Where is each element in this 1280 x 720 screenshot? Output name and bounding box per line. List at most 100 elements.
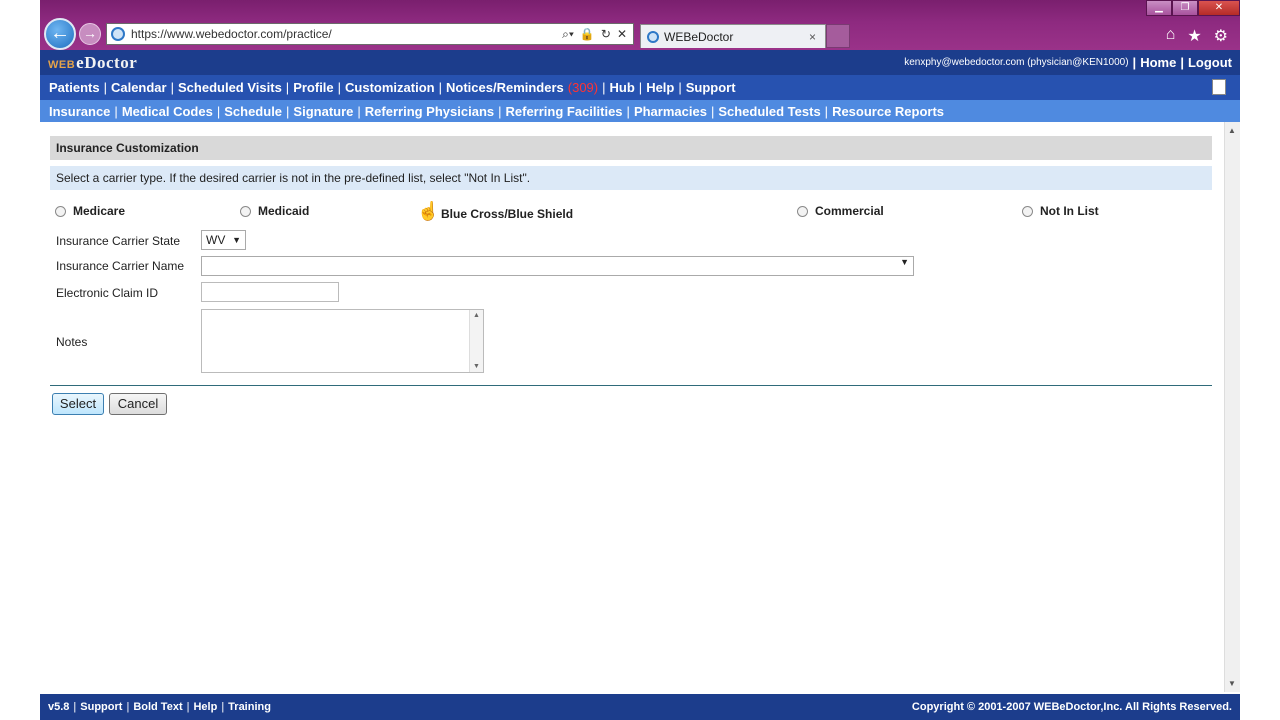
carrier-state-select[interactable]: WV ▼ xyxy=(201,230,246,250)
menu-help[interactable]: Help xyxy=(646,80,674,95)
submenu-scheduled-tests[interactable]: Scheduled Tests xyxy=(718,104,820,119)
notes-label: Notes xyxy=(56,335,88,349)
submenu-pharmacies[interactable]: Pharmacies xyxy=(634,104,707,119)
radio-not-in-list[interactable]: Not In List xyxy=(1022,204,1099,218)
radio-label: Blue Cross/Blue Shield xyxy=(441,207,574,221)
menu-calendar[interactable]: Calendar xyxy=(111,80,167,95)
radio-medicaid[interactable]: Medicaid xyxy=(240,204,309,218)
header-sep-1: | xyxy=(1132,55,1137,70)
settings-gear-icon[interactable]: ⚙ xyxy=(1214,26,1228,46)
logo-main: eDoctor xyxy=(76,52,138,72)
app-header: WEBeDoctor kenxphy@webedoctor.com (physi… xyxy=(40,50,1240,75)
footer-support-link[interactable]: Support xyxy=(80,701,122,713)
chevron-down-icon: ▼ xyxy=(900,257,909,267)
app-page: WEBeDoctor kenxphy@webedoctor.com (physi… xyxy=(40,50,1240,720)
cancel-button[interactable]: Cancel xyxy=(109,393,167,415)
submenu-signature[interactable]: Signature xyxy=(293,104,353,119)
submenu-referring-physicians[interactable]: Referring Physicians xyxy=(365,104,494,119)
document-icon[interactable] xyxy=(1212,79,1226,95)
scroll-up-icon[interactable]: ▲ xyxy=(473,312,480,319)
footer-sep: | xyxy=(186,701,190,713)
menu-hub[interactable]: Hub xyxy=(610,80,635,95)
carrier-state-value: WV xyxy=(206,233,226,247)
scroll-down-icon[interactable]: ▼ xyxy=(473,363,480,370)
radio-button[interactable] xyxy=(55,205,66,217)
radio-medicare[interactable]: Medicare xyxy=(55,204,125,218)
browser-tab[interactable]: WEBeDoctor × xyxy=(640,24,826,48)
section-title: Insurance Customization xyxy=(50,136,1212,160)
submenu-referring-facilities[interactable]: Referring Facilities xyxy=(506,104,623,119)
page-scrollbar[interactable]: ▲ ▼ xyxy=(1224,122,1240,692)
restore-button[interactable]: ❐ xyxy=(1172,0,1198,16)
address-bar[interactable]: https://www.webedoctor.com/practice/ ⌕▾ … xyxy=(106,23,634,45)
address-actions: ⌕▾ 🔒 ↻ ✕ xyxy=(562,27,633,42)
forward-button[interactable]: → xyxy=(79,23,101,45)
radio-button[interactable] xyxy=(1022,205,1033,217)
submenu-sep: | xyxy=(114,103,118,119)
claim-id-label: Electronic Claim ID xyxy=(56,286,159,300)
footer-sep: | xyxy=(126,701,130,713)
menu-sep: | xyxy=(285,80,290,95)
carrier-name-label: Insurance Carrier Name xyxy=(56,259,185,273)
address-url[interactable]: https://www.webedoctor.com/practice/ xyxy=(131,27,562,41)
submenu-sep: | xyxy=(216,103,221,119)
browser-toolbar-icons: ⌂ ★ ⚙ xyxy=(1166,26,1228,46)
logout-link[interactable]: Logout xyxy=(1188,55,1232,70)
menu-sep: | xyxy=(602,80,606,95)
search-icon[interactable]: ⌕▾ xyxy=(562,27,574,42)
menu-notices-reminders[interactable]: Notices/Reminders xyxy=(446,80,564,95)
footer-training-link[interactable]: Training xyxy=(228,701,271,713)
radio-blue-cross-blue-shield[interactable]: ☝ Blue Cross/Blue Shield xyxy=(417,201,574,224)
minimize-button[interactable]: ▁ xyxy=(1146,0,1172,16)
tab-title: WEBeDoctor xyxy=(664,29,734,44)
textarea-scrollbar[interactable]: ▲ ▼ xyxy=(469,310,483,372)
header-sep-2: | xyxy=(1180,55,1184,70)
menu-profile[interactable]: Profile xyxy=(293,80,333,95)
copyright-text: Copyright © 2001-2007 WEBeDoctor,Inc. Al… xyxy=(911,701,1232,713)
submenu-schedule[interactable]: Schedule xyxy=(224,104,282,119)
radio-commercial[interactable]: Commercial xyxy=(797,204,884,218)
menu-sep: | xyxy=(337,80,342,95)
radio-button[interactable] xyxy=(797,205,808,217)
submenu-medical-codes[interactable]: Medical Codes xyxy=(122,104,213,119)
menu-scheduled-visits[interactable]: Scheduled Visits xyxy=(178,80,282,95)
scroll-up-icon[interactable]: ▲ xyxy=(1228,126,1236,135)
radio-label: Commercial xyxy=(815,204,884,218)
site-icon xyxy=(111,27,125,41)
notes-textarea[interactable]: ▲ ▼ xyxy=(201,309,484,373)
new-tab-button[interactable] xyxy=(826,24,850,48)
radio-label: Medicaid xyxy=(258,204,310,218)
claim-id-input[interactable] xyxy=(201,282,339,302)
footer-bold-text-link[interactable]: Bold Text xyxy=(133,701,182,713)
refresh-icon[interactable]: ↻ xyxy=(601,27,611,42)
carrier-state-label: Insurance Carrier State xyxy=(56,234,181,248)
select-button[interactable]: Select xyxy=(52,393,104,415)
close-window-button[interactable]: ✕ xyxy=(1198,0,1240,16)
submenu-sep: | xyxy=(626,103,630,119)
app-logo[interactable]: WEBeDoctor xyxy=(48,53,137,73)
lock-icon[interactable]: 🔒 xyxy=(580,27,595,42)
home-link[interactable]: Home xyxy=(1140,55,1176,70)
chevron-down-icon: ▼ xyxy=(232,235,241,245)
radio-button[interactable] xyxy=(240,205,251,217)
submenu-insurance[interactable]: Insurance xyxy=(49,104,110,119)
back-button[interactable]: ← xyxy=(44,18,76,50)
home-icon[interactable]: ⌂ xyxy=(1166,26,1176,46)
menu-customization[interactable]: Customization xyxy=(345,80,435,95)
footer-sep: | xyxy=(221,701,225,713)
favorites-star-icon[interactable]: ★ xyxy=(1187,26,1201,46)
radio-label: Not In List xyxy=(1040,204,1099,218)
tab-close-icon[interactable]: × xyxy=(809,30,825,44)
sub-menu: Insurance | Medical Codes | Schedule | Sign… xyxy=(40,100,1240,122)
tab-site-icon xyxy=(647,30,659,43)
notice-count-badge: (309) xyxy=(567,80,599,95)
menu-support[interactable]: Support xyxy=(686,80,736,95)
scroll-down-icon[interactable]: ▼ xyxy=(1228,679,1236,688)
submenu-resource-reports[interactable]: Resource Reports xyxy=(832,104,944,119)
carrier-name-select[interactable]: ▼ xyxy=(201,256,914,276)
footer-sep: | xyxy=(73,701,77,713)
menu-patients[interactable]: Patients xyxy=(49,80,100,95)
stop-icon[interactable]: ✕ xyxy=(617,27,627,42)
version-label: v5.8 xyxy=(48,701,70,713)
footer-help-link[interactable]: Help xyxy=(193,701,217,713)
